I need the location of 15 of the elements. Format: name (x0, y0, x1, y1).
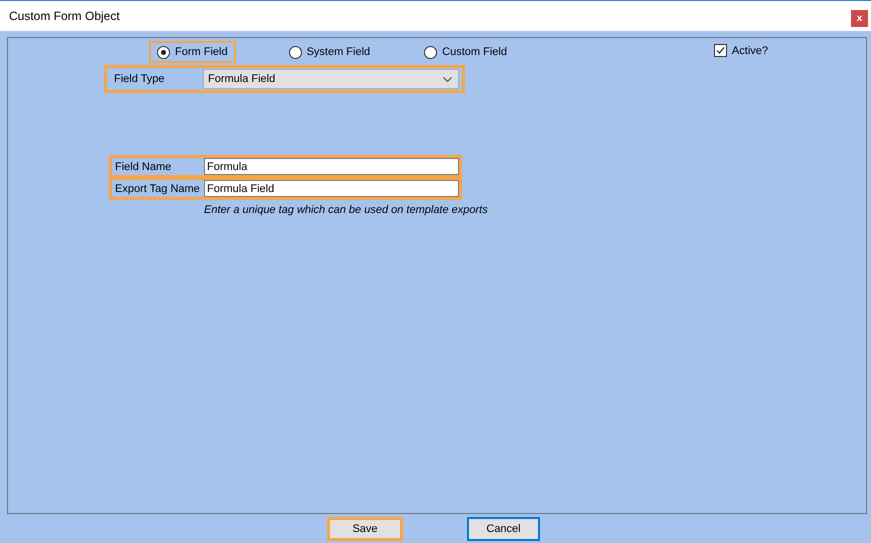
text-field[interactable]: Formula (204, 158, 459, 175)
radio-option[interactable]: Form Field (149, 41, 236, 63)
text-field[interactable]: Formula Field (204, 180, 459, 197)
hint-text: Enter a unique tag which can be used on template exports (204, 204, 489, 216)
active-checkbox[interactable]: Active? (714, 44, 768, 57)
radio-option[interactable]: System Field (280, 41, 378, 63)
field-label: Field Type (114, 73, 166, 85)
field-label: Field Name (115, 160, 172, 172)
field-label: Export Tag Name (115, 182, 201, 194)
field-type-dropdown[interactable]: Formula Field (203, 69, 459, 89)
save-button[interactable]: Save (327, 517, 403, 541)
close-button[interactable]: x (851, 10, 868, 26)
cancel-button[interactable]: Cancel (467, 517, 540, 541)
radio-option[interactable]: Custom Field (416, 41, 515, 63)
window-title: Custom Form Object (9, 9, 120, 23)
